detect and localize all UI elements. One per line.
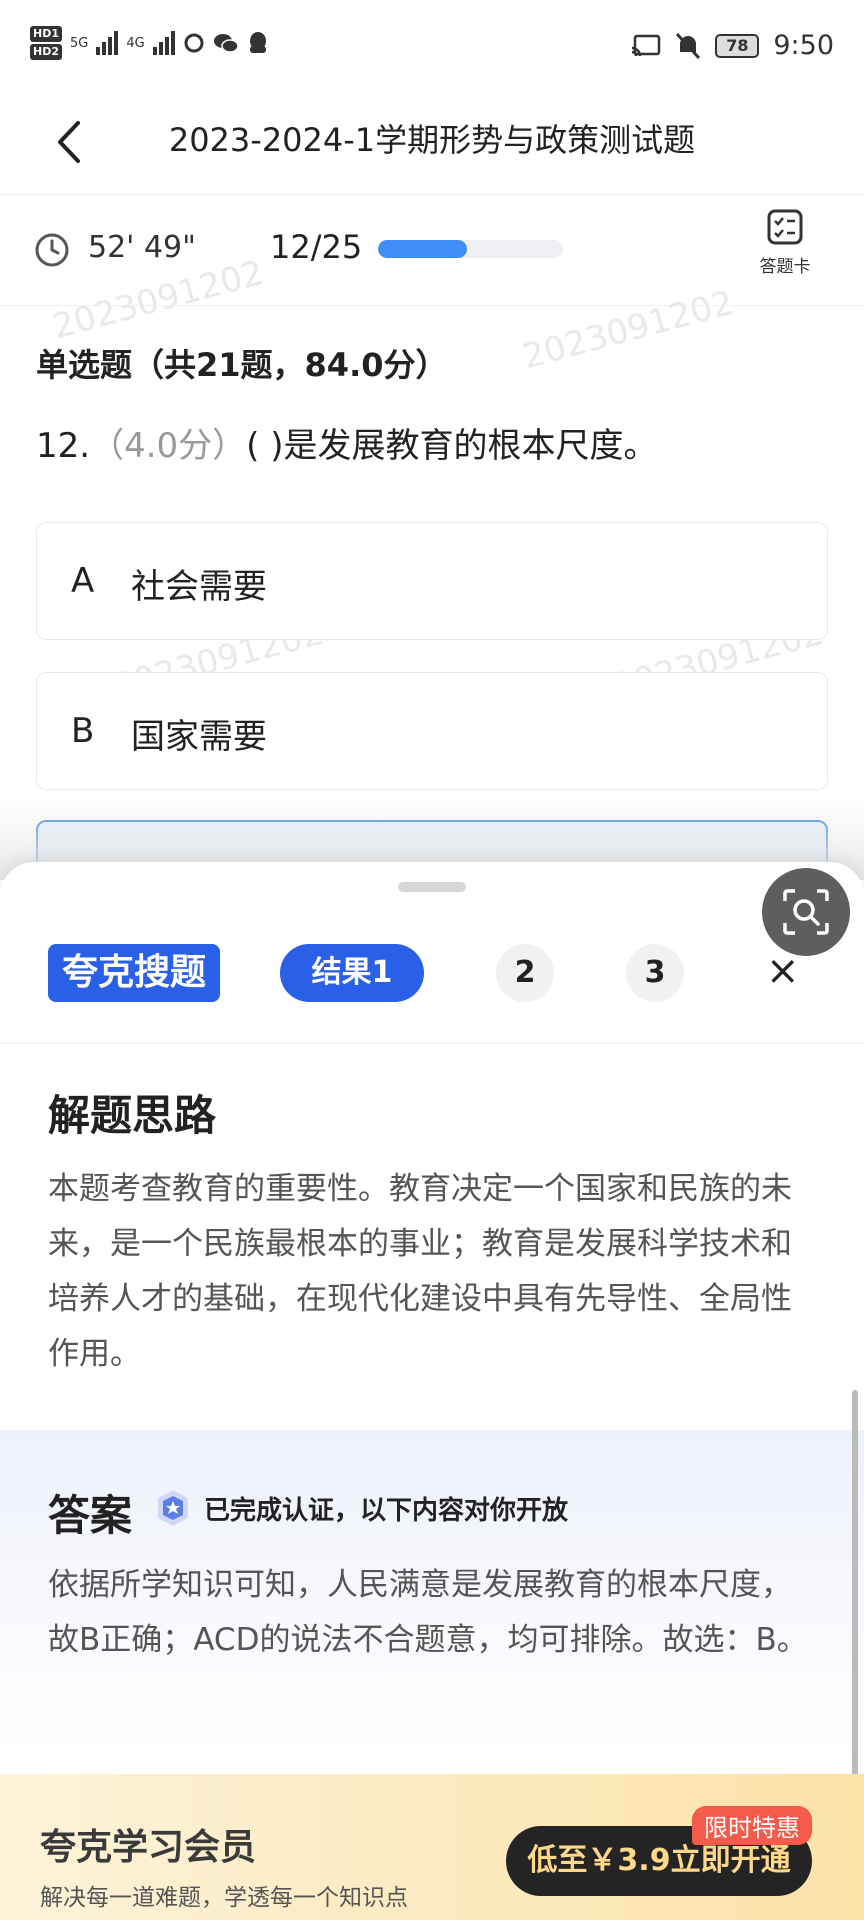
analysis-heading: 解题思路 <box>48 1091 217 1140</box>
progress-bar-fill <box>378 240 467 258</box>
option-letter: B <box>71 711 95 751</box>
page-title: 2023-2024-1学期形势与政策测试题 <box>168 121 696 159</box>
question-score: （4.0分） <box>90 426 247 466</box>
hd-icon: HD1 HD2 <box>30 26 62 60</box>
answer-card-button[interactable]: 答题卡 <box>750 208 820 277</box>
answer-heading: 答案 <box>48 1491 133 1540</box>
option-text: 社会需要 <box>131 567 267 607</box>
tab-result-1[interactable]: 结果1 <box>280 944 424 1002</box>
mute-icon <box>676 32 701 59</box>
tab-result-3[interactable]: 3 <box>626 944 684 1002</box>
promo-tag: 限时特惠 <box>692 1806 812 1845</box>
title-bar: 2023-2024-1学期形势与政策测试题 <box>0 95 864 195</box>
option-letter: A <box>71 561 95 601</box>
quark-search-logo: 夸克搜题 <box>48 944 221 1002</box>
cast-icon <box>632 34 661 56</box>
answer-text: 依据所学知识可知，人民满意是发展教育的根本尺度，故B正确；ACD的说法不合题意，… <box>48 1567 808 1658</box>
question-stem: ( )是发展教育的根本尺度。 <box>246 426 658 466</box>
app-notification-icon <box>184 33 204 53</box>
close-icon[interactable]: × <box>766 948 800 994</box>
battery-icon: 78 <box>715 33 760 58</box>
tab-result-2[interactable]: 2 <box>496 944 554 1002</box>
wechat-icon <box>213 34 239 53</box>
answer-card-label: 答题卡 <box>759 257 811 277</box>
progress-bar <box>378 240 563 258</box>
divider <box>0 1042 864 1044</box>
option-b[interactable]: B 国家需要 <box>36 672 828 790</box>
clock-time: 9:50 <box>773 30 834 61</box>
remaining-time: 52' 49" <box>88 230 196 265</box>
analysis-text: 本题考查教育的重要性。教育决定一个国家和民族的未来，是一个民族最根本的事业；教育… <box>48 1171 792 1372</box>
lens-search-button[interactable] <box>762 868 850 956</box>
search-result-sheet: 夸克搜题 结果1 2 3 × 解题思路 本题考查教育的重要性。教育决定一个国家和… <box>0 862 864 1920</box>
promo-subtitle: 解决每一道难题，学透每一个知识点 <box>40 1885 408 1911</box>
signal-icon <box>152 31 175 55</box>
scrollbar[interactable] <box>852 1390 858 1790</box>
membership-promo-banner[interactable]: 夸克学习会员 解决每一道难题，学透每一个知识点 低至￥3.9立即开通 限时特惠 <box>0 1774 864 1920</box>
question-progress-text: 12/25 <box>270 228 363 266</box>
network2-label: 4G <box>126 35 145 51</box>
question-number: 12. <box>36 426 91 466</box>
status-right: 78 9:50 <box>631 30 834 61</box>
option-text: 国家需要 <box>131 717 267 757</box>
section-title: 单选题（共21题，84.0分） <box>36 346 448 384</box>
promo-title: 夸克学习会员 <box>40 1827 257 1868</box>
status-left: HD1 HD2 5G 4G <box>30 26 269 60</box>
network1-label: 5G <box>70 35 89 51</box>
question-text: 12.（4.0分）( )是发展教育的根本尺度。 <box>36 418 658 467</box>
sheet-drag-handle[interactable] <box>398 882 466 892</box>
clock-icon <box>35 233 69 267</box>
status-bar: HD1 HD2 5G 4G 78 9:50 <box>0 0 864 95</box>
answer-unlock-note: 已完成认证，以下内容对你开放 <box>204 1496 569 1526</box>
answer-card-icon <box>767 209 803 245</box>
qq-icon <box>249 32 266 53</box>
option-a[interactable]: A 社会需要 <box>36 522 828 640</box>
signal-icon <box>96 31 119 55</box>
verified-badge-icon <box>158 1490 188 1526</box>
scan-search-icon <box>783 889 829 935</box>
